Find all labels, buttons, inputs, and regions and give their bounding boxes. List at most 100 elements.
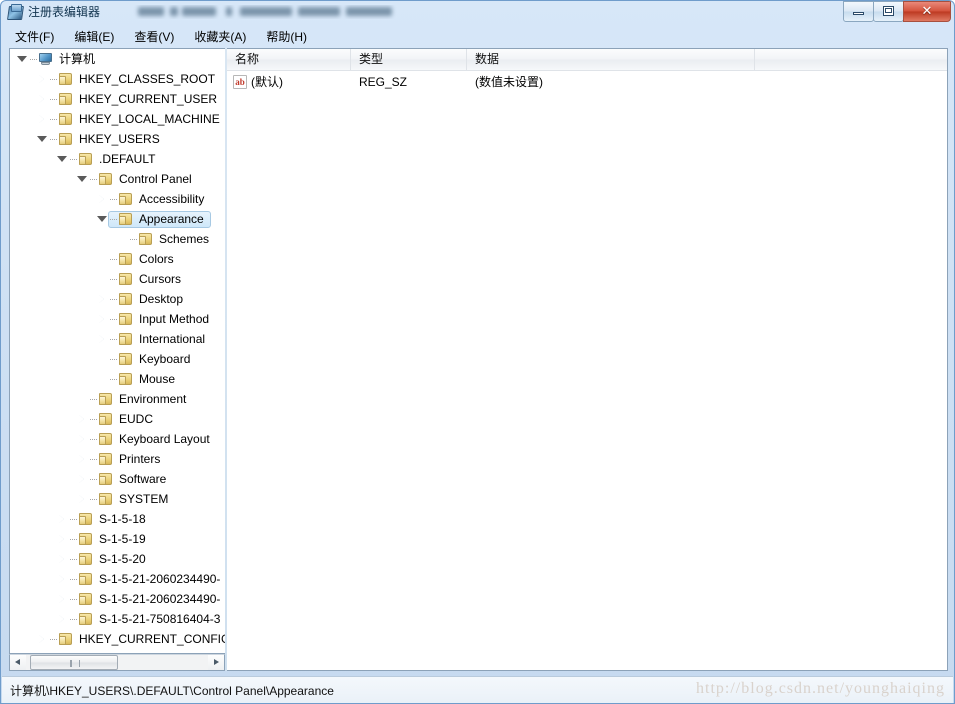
tree-node-hkey-users[interactable]: HKEY_USERS <box>10 129 225 149</box>
tree-node-[interactable]: 计算机 <box>10 49 225 69</box>
menu-item-file[interactable]: 文件(F) <box>11 26 63 47</box>
tree-node-keyboard-layout[interactable]: Keyboard Layout <box>10 429 225 449</box>
column-header-type[interactable]: 类型 <box>351 49 467 70</box>
column-header-name[interactable]: 名称 <box>227 49 351 70</box>
minimize-button[interactable] <box>843 1 874 22</box>
folder-icon <box>78 551 94 567</box>
tree-node-desktop[interactable]: Desktop <box>10 289 225 309</box>
expand-triangle-right-icon[interactable] <box>34 629 50 649</box>
expand-triangle-right-icon[interactable] <box>74 489 90 509</box>
tree-node-international[interactable]: International <box>10 329 225 349</box>
tree-node-s-1-5-21-2060234490[interactable]: S-1-5-21-2060234490- <box>10 589 225 609</box>
expand-triangle-right-icon[interactable] <box>94 309 110 329</box>
expand-triangle-right-icon[interactable] <box>74 429 90 449</box>
tree-node-input-method[interactable]: Input Method <box>10 309 225 329</box>
tree-node-environment[interactable]: Environment <box>10 389 225 409</box>
tree-node-label: Keyboard Layout <box>119 431 210 446</box>
tree-node-content: S-1-5-21-750816404-3 <box>70 609 223 629</box>
tree-node-label: .DEFAULT <box>99 151 156 166</box>
cell-data: (数值未设置) <box>475 75 543 89</box>
table-row[interactable]: ab (默认) REG_SZ (数值未设置) <box>227 71 947 93</box>
tree-node-s-1-5-21-750816404-3[interactable]: S-1-5-21-750816404-3 <box>10 609 225 629</box>
tree-node-s-1-5-19[interactable]: S-1-5-19 <box>10 529 225 549</box>
tree-node-label: Cursors <box>139 271 182 286</box>
expand-triangle-right-icon[interactable] <box>34 89 50 109</box>
folder-icon <box>138 231 154 247</box>
tree-connector-line <box>110 289 118 309</box>
tree-node-eudc[interactable]: EUDC <box>10 409 225 429</box>
registry-tree: 计算机 HKEY_CLASSES_ROOT HKEY_CURRENT_USER HKE… <box>10 49 225 653</box>
tree-node-hkey-classes-root[interactable]: HKEY_CLASSES_ROOT <box>10 69 225 89</box>
tree-connector-line <box>70 609 78 629</box>
expand-triangle-right-icon[interactable] <box>54 509 70 529</box>
tree-node-label: S-1-5-21-2060234490- <box>99 571 221 586</box>
folder-icon <box>78 151 94 167</box>
expand-triangle-right-icon[interactable] <box>54 569 70 589</box>
tree-connector-line <box>70 529 78 549</box>
maximize-button[interactable] <box>873 1 904 22</box>
close-button[interactable]: ✕ <box>903 1 951 22</box>
tree-node-label: EUDC <box>119 411 154 426</box>
scroll-right-arrow-icon[interactable] <box>208 655 224 670</box>
expand-triangle-down-icon[interactable] <box>34 129 50 149</box>
menu-item-view[interactable]: 查看(V) <box>130 26 183 47</box>
expand-triangle-right-icon[interactable] <box>74 469 90 489</box>
expand-triangle-right-icon[interactable] <box>54 589 70 609</box>
folder-icon <box>78 611 94 627</box>
menu-item-favorites[interactable]: 收藏夹(A) <box>190 26 255 47</box>
tree-node-s-1-5-21-2060234490[interactable]: S-1-5-21-2060234490- <box>10 569 225 589</box>
tree-node-content: 计算机 <box>30 49 98 69</box>
tree-node-s-1-5-20[interactable]: S-1-5-20 <box>10 549 225 569</box>
folder-icon <box>118 211 134 227</box>
tree-node-accessibility[interactable]: Accessibility <box>10 189 225 209</box>
expand-triangle-down-icon[interactable] <box>14 49 30 69</box>
tree-node-appearance[interactable]: Appearance <box>10 209 225 229</box>
expand-triangle-down-icon[interactable] <box>94 209 110 229</box>
expand-triangle-down-icon[interactable] <box>74 169 90 189</box>
folder-icon <box>98 491 114 507</box>
tree-node-printers[interactable]: Printers <box>10 449 225 469</box>
expand-triangle-right-icon[interactable] <box>74 449 90 469</box>
scrollbar-thumb[interactable] <box>30 655 118 670</box>
expand-triangle-right-icon[interactable] <box>34 69 50 89</box>
tree-node-cursors[interactable]: Cursors <box>10 269 225 289</box>
tree-node-label: HKEY_CURRENT_USER <box>79 91 218 106</box>
tree-node-label: Mouse <box>139 371 176 386</box>
expand-triangle-down-icon[interactable] <box>54 149 70 169</box>
tree-node-s-1-5-18[interactable]: S-1-5-18 <box>10 509 225 529</box>
tree-node-content: Control Panel <box>90 169 195 189</box>
menu-item-help[interactable]: 帮助(H) <box>262 26 316 47</box>
expand-triangle-right-icon[interactable] <box>94 289 110 309</box>
tree-node-schemes[interactable]: Schemes <box>10 229 225 249</box>
tree-connector-line <box>50 89 58 109</box>
scrollbar-track[interactable] <box>26 655 208 670</box>
tree-node-default[interactable]: .DEFAULT <box>10 149 225 169</box>
menu-item-edit[interactable]: 编辑(E) <box>70 26 123 47</box>
tree-node-hkey-local-machine[interactable]: HKEY_LOCAL_MACHINE <box>10 109 225 129</box>
scroll-left-arrow-icon[interactable] <box>10 655 26 670</box>
expand-triangle-right-icon[interactable] <box>54 529 70 549</box>
values-list-panel[interactable]: 名称 类型 数据 ab (默认) REG_SZ (数值未设置) <box>227 48 948 671</box>
expand-triangle-right-icon[interactable] <box>94 329 110 349</box>
column-header-data[interactable]: 数据 <box>467 49 755 70</box>
registry-tree-panel[interactable]: 计算机 HKEY_CLASSES_ROOT HKEY_CURRENT_USER HKE… <box>9 48 225 654</box>
expand-triangle-right-icon[interactable] <box>74 409 90 429</box>
status-path: 计算机\HKEY_USERS\.DEFAULT\Control Panel\Ap… <box>10 683 334 698</box>
tree-node-content: HKEY_USERS <box>50 129 163 149</box>
expand-triangle-right-icon[interactable] <box>34 109 50 129</box>
tree-node-hkey-current-config[interactable]: HKEY_CURRENT_CONFIG <box>10 629 225 649</box>
tree-node-control-panel[interactable]: Control Panel <box>10 169 225 189</box>
tree-node-software[interactable]: Software <box>10 469 225 489</box>
tree-node-system[interactable]: SYSTEM <box>10 489 225 509</box>
tree-horizontal-scrollbar[interactable] <box>9 654 225 671</box>
expand-triangle-right-icon[interactable] <box>94 189 110 209</box>
tree-node-colors[interactable]: Colors <box>10 249 225 269</box>
tree-node-hkey-current-user[interactable]: HKEY_CURRENT_USER <box>10 89 225 109</box>
tree-connector-line <box>110 349 118 369</box>
folder-icon <box>118 291 134 307</box>
expand-triangle-right-icon[interactable] <box>54 549 70 569</box>
registry-editor-icon <box>7 3 24 20</box>
tree-node-mouse[interactable]: Mouse <box>10 369 225 389</box>
expand-triangle-right-icon[interactable] <box>54 609 70 629</box>
tree-node-keyboard[interactable]: Keyboard <box>10 349 225 369</box>
